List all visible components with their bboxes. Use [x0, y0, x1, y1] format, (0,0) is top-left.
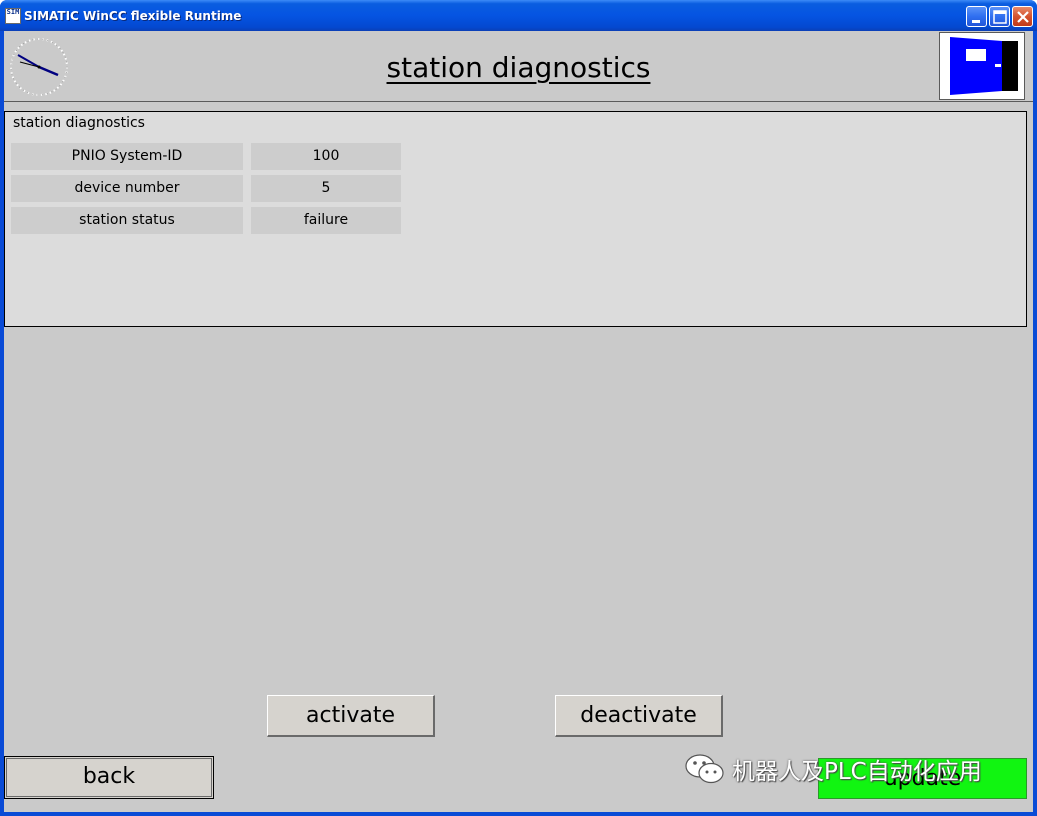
maximize-icon [993, 10, 1007, 24]
minimize-icon [972, 20, 980, 23]
row-value: failure [251, 207, 401, 234]
activate-button[interactable]: activate [267, 695, 435, 737]
row-value: 100 [251, 143, 401, 170]
row-label: device number [11, 175, 243, 202]
minimize-button[interactable] [966, 6, 987, 27]
runtime-screen: station diagnostics station diagnostics … [4, 31, 1033, 812]
back-button[interactable]: back [4, 756, 214, 799]
exit-door-icon [950, 37, 1018, 95]
close-button[interactable] [1012, 6, 1033, 27]
station-diagnostics-panel: station diagnostics PNIO System-ID 100 d… [4, 111, 1027, 327]
row-label: station status [11, 207, 243, 234]
row-value: 5 [251, 175, 401, 202]
title-bar[interactable]: SIM SIMATIC WinCC flexible Runtime [0, 0, 1037, 31]
screen-header: station diagnostics [4, 31, 1033, 102]
app-icon[interactable]: SIM [5, 8, 21, 24]
wechat-logo-icon [685, 754, 724, 784]
maximize-button[interactable] [989, 6, 1010, 27]
exit-button[interactable] [939, 32, 1025, 100]
panel-title: station diagnostics [13, 115, 145, 131]
deactivate-button[interactable]: deactivate [555, 695, 723, 737]
watermark: 机器人及PLC自动化应用 [684, 751, 982, 787]
app-window: SIM SIMATIC WinCC flexible Runtime stati… [0, 0, 1037, 816]
page-title: station diagnostics [386, 51, 651, 84]
window-title: SIMATIC WinCC flexible Runtime [24, 9, 242, 23]
row-label: PNIO System-ID [11, 143, 243, 170]
close-icon [1017, 11, 1029, 23]
watermark-text: 机器人及PLC自动化应用 [732, 759, 982, 785]
